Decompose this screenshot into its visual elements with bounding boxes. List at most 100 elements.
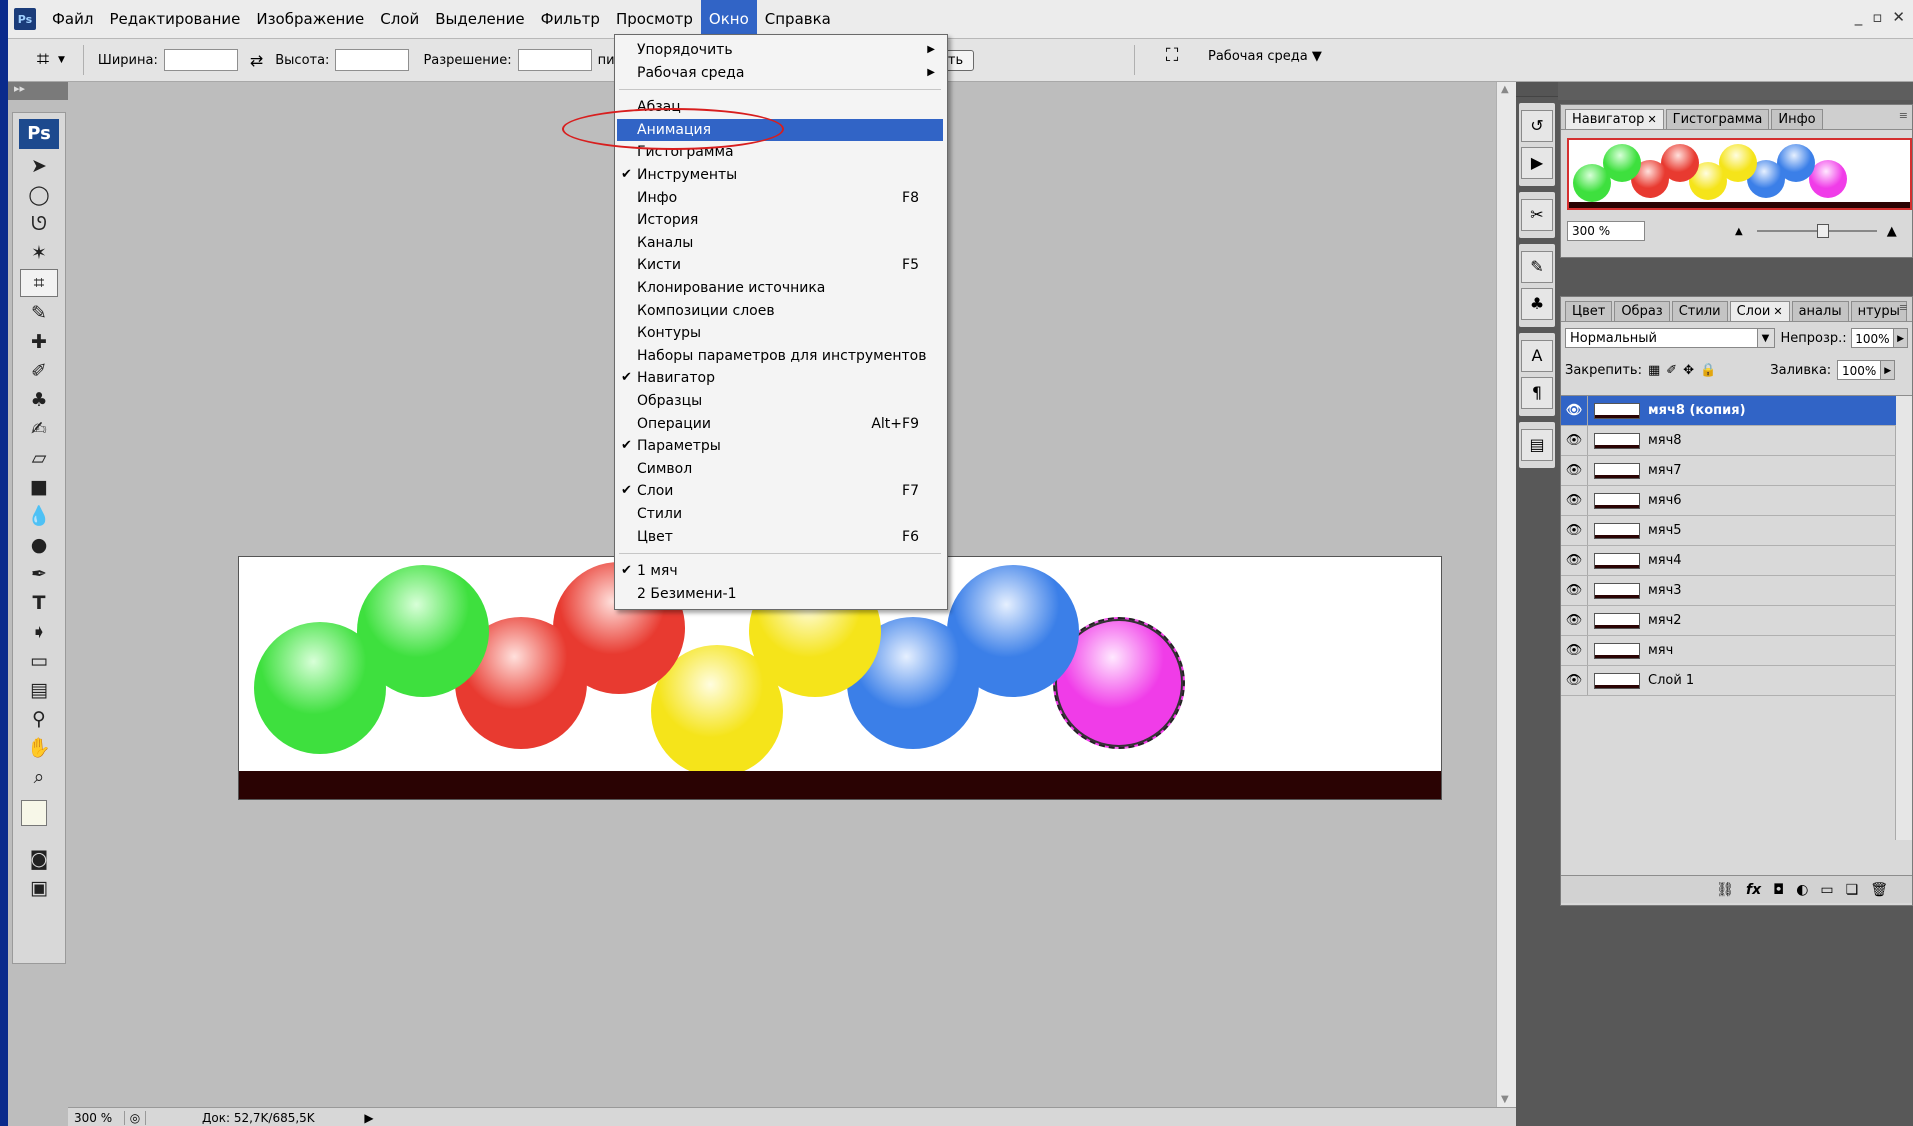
panel-menu-icon[interactable]: ≡	[1899, 109, 1908, 122]
tab-color[interactable]: Цвет	[1565, 301, 1613, 321]
dock-header[interactable]	[1558, 82, 1913, 100]
actions-icon[interactable]: ▶	[1521, 147, 1553, 179]
status-info-icon[interactable]: ◎	[124, 1110, 146, 1125]
window-menu-item[interactable]: Символ	[617, 458, 943, 480]
close-button[interactable]: ✕	[1892, 8, 1905, 26]
layer-row[interactable]: 👁 мяч6	[1561, 486, 1896, 516]
chevron-down-icon[interactable]: ▼	[58, 55, 65, 65]
folder-icon[interactable]: ▭	[1820, 882, 1833, 898]
window-menu-item[interactable]: Инфо F8	[617, 187, 943, 209]
status-menu-arrow-icon[interactable]: ▶	[362, 1111, 376, 1125]
window-menu-item[interactable]: Клонирование источника	[617, 277, 943, 299]
clone-source-icon[interactable]: ♣	[1521, 288, 1553, 320]
ps-logo[interactable]: Ps	[19, 119, 59, 149]
eye-icon[interactable]: 👁	[1561, 576, 1588, 605]
layer-name[interactable]: мяч2	[1648, 613, 1682, 628]
window-menu-item[interactable]: Образцы	[617, 390, 943, 412]
type-icon[interactable]: T	[21, 590, 57, 616]
eye-icon[interactable]: 👁	[1561, 396, 1588, 425]
menu-image[interactable]: Изображение	[248, 0, 372, 38]
chevron-down-icon[interactable]: ▼	[1756, 329, 1774, 347]
toolbox-collapse[interactable]: ▸▸	[8, 82, 72, 100]
character-icon[interactable]: A	[1521, 340, 1553, 372]
layer-name[interactable]: мяч8	[1648, 433, 1682, 448]
foreground-color[interactable]	[21, 800, 47, 826]
link-icon[interactable]: ⛓	[1716, 882, 1734, 898]
window-menu-item[interactable]: Цвет F6	[617, 526, 943, 548]
layer-comps-icon[interactable]: ▤	[1521, 429, 1553, 461]
magic-wand-icon[interactable]: ✶	[21, 240, 57, 266]
layer-row[interactable]: 👁 мяч2	[1561, 606, 1896, 636]
window-menu-item[interactable]: Каналы	[617, 232, 943, 254]
lock-pixels-icon[interactable]: ✐	[1666, 363, 1677, 378]
menu-view[interactable]: Просмотр	[608, 0, 701, 38]
window-menu-item[interactable]: Операции Alt+F9	[617, 413, 943, 435]
layer-name[interactable]: Слой 1	[1648, 673, 1694, 688]
notes-icon[interactable]: ▤	[21, 677, 57, 703]
window-menu-item[interactable]: Абзац	[617, 96, 943, 118]
menu-select[interactable]: Выделение	[427, 0, 532, 38]
menu-window[interactable]: Окно	[700, 0, 757, 38]
eraser-icon[interactable]: ▱	[21, 445, 57, 471]
slice-icon[interactable]: ✎	[21, 300, 57, 326]
gradient-icon[interactable]: ■	[21, 474, 57, 500]
tab-navigator[interactable]: Навигатор ✕	[1565, 109, 1664, 129]
navigator-zoom-slider[interactable]	[1756, 224, 1877, 238]
fill-field[interactable]: 100%	[1837, 360, 1882, 380]
fx-icon[interactable]: fx	[1746, 882, 1761, 898]
move-icon[interactable]: ➤	[21, 153, 57, 179]
menu-edit[interactable]: Редактирование	[101, 0, 248, 38]
workspace-vertical-scrollbar[interactable]: ▲ ▼	[1496, 82, 1517, 1107]
eye-icon[interactable]: 👁	[1561, 636, 1588, 665]
window-menu-item[interactable]: ✔ Слои F7	[617, 480, 943, 502]
layer-row[interactable]: 👁 мяч8	[1561, 426, 1896, 456]
window-menu-item[interactable]: Кисти F5	[617, 254, 943, 276]
blend-mode-select[interactable]: Нормальный ▼	[1565, 328, 1775, 348]
dodge-icon[interactable]: ●	[21, 532, 57, 558]
layer-name[interactable]: мяч3	[1648, 583, 1682, 598]
shape-icon[interactable]: ▭	[21, 648, 57, 674]
stamp-icon[interactable]: ♣	[21, 387, 57, 413]
layer-name[interactable]: мяч4	[1648, 553, 1682, 568]
menu-help[interactable]: Справка	[757, 0, 839, 38]
opacity-field[interactable]: 100%	[1850, 328, 1895, 348]
screen-mode-icon[interactable]: ▣	[21, 875, 57, 901]
scroll-up-icon[interactable]: ▲	[1501, 84, 1509, 95]
ball[interactable]	[254, 622, 386, 754]
lock-position-icon[interactable]: ✥	[1683, 363, 1694, 378]
trash-icon[interactable]: 🗑	[1870, 882, 1888, 898]
layer-row[interactable]: 👁 мяч7	[1561, 456, 1896, 486]
layer-name[interactable]: мяч5	[1648, 523, 1682, 538]
window-menu-item[interactable]: Анимация	[617, 118, 943, 141]
layer-row[interactable]: 👁 мяч3	[1561, 576, 1896, 606]
brushes-icon[interactable]: ✎	[1521, 251, 1553, 283]
history-icon[interactable]: ↺	[1521, 110, 1553, 142]
restore-button[interactable]: ▫	[1872, 8, 1882, 26]
history-brush-icon[interactable]: ✍	[21, 416, 57, 442]
fill-arrow-icon[interactable]: ▶	[1881, 360, 1896, 380]
layers-scrollbar[interactable]	[1895, 396, 1912, 840]
eye-icon[interactable]: 👁	[1561, 666, 1588, 695]
workspace-menu[interactable]: Рабочая среда ▼	[1208, 49, 1322, 64]
mask-icon[interactable]: ◘	[1773, 882, 1784, 898]
close-icon[interactable]: ✕	[1773, 305, 1782, 318]
eye-icon[interactable]: 👁	[1561, 456, 1588, 485]
tool-presets-icon[interactable]: ✂	[1521, 199, 1553, 231]
app-icon[interactable]: Ps	[14, 8, 36, 30]
tab-info[interactable]: Инфо	[1771, 109, 1823, 129]
window-menu-item[interactable]: ✔ Параметры	[617, 435, 943, 457]
zoom-in-icon[interactable]: ▲	[1887, 224, 1897, 239]
lasso-oval-icon[interactable]: ◯	[21, 182, 57, 208]
crop-icon[interactable]: ⌗	[20, 269, 58, 297]
opacity-arrow-icon[interactable]: ▶	[1894, 328, 1908, 348]
eye-icon[interactable]: 👁	[1561, 606, 1588, 635]
eye-icon[interactable]: 👁	[1561, 486, 1588, 515]
window-menu-item[interactable]: 2 Безимени-1	[617, 583, 943, 605]
navigator-preview[interactable]	[1567, 138, 1912, 210]
new-layer-icon[interactable]: ❏	[1846, 882, 1859, 898]
window-menu-item[interactable]: Гистограмма	[617, 141, 943, 163]
window-menu-item[interactable]: ✔ Инструменты	[617, 164, 943, 186]
swap-icon[interactable]: ⇄	[250, 51, 263, 70]
tab-histogram[interactable]: Гистограмма	[1665, 109, 1770, 129]
resolution-input[interactable]	[517, 49, 592, 71]
